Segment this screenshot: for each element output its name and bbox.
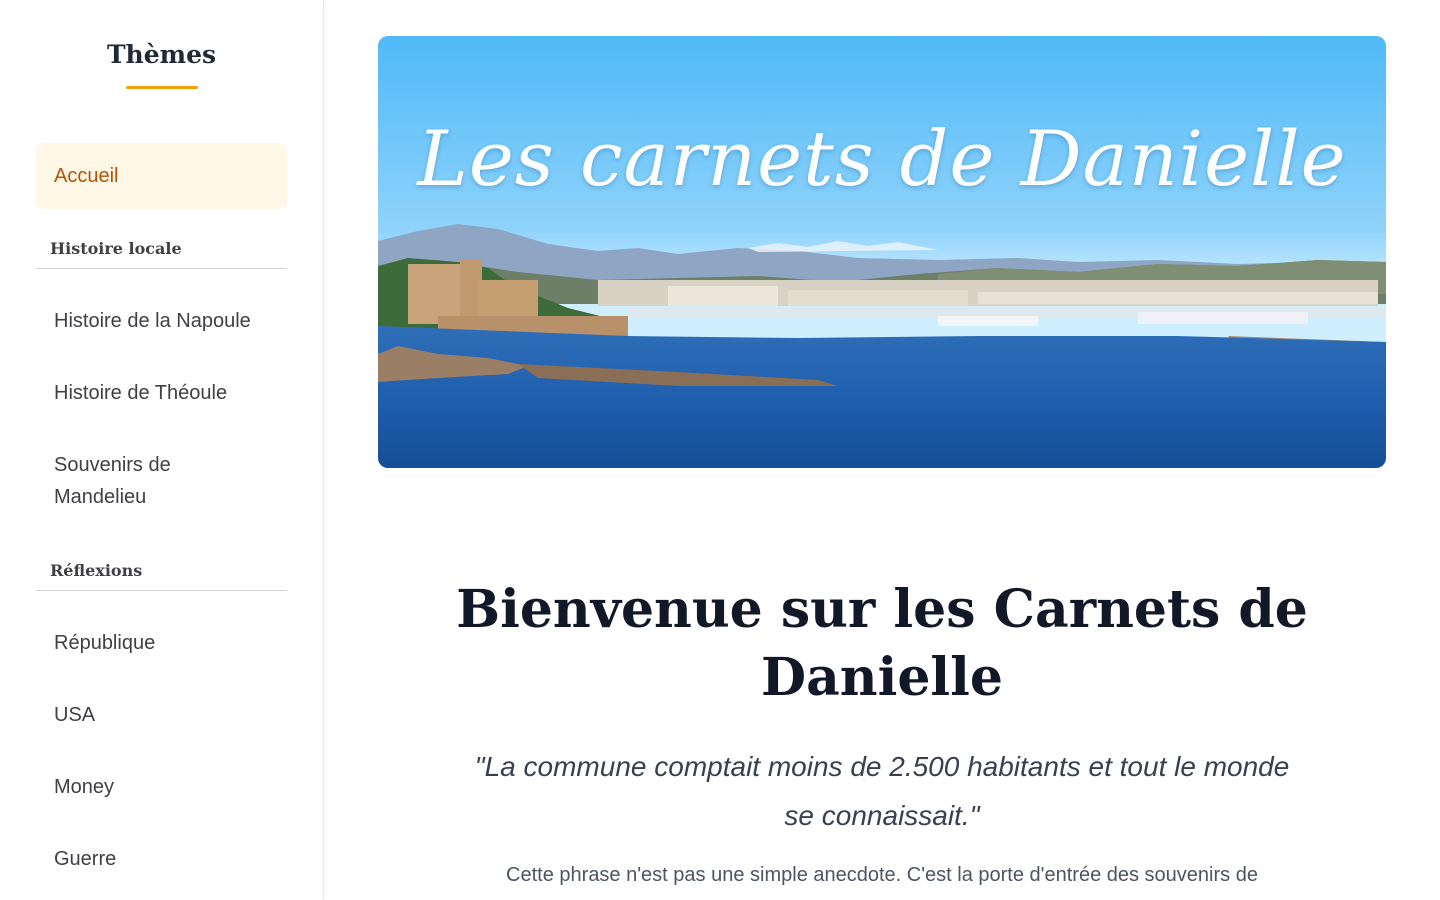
hero-title: Les carnets de Danielle [417, 114, 1347, 203]
nav-item-histoire-theoule[interactable]: Histoire de Théoule [36, 377, 287, 409]
section-heading-histoire-locale: Histoire locale [36, 239, 287, 269]
nav-item-souvenirs-mandelieu[interactable]: Souvenirs de Mandelieu [36, 449, 276, 513]
app-layout: Thèmes Accueil Histoire locale Histoire … [0, 0, 1440, 900]
nav-item-guerre[interactable]: Guerre [36, 843, 287, 875]
sidebar-nav: Accueil Histoire locale Histoire de la N… [36, 143, 287, 875]
nav-item-money[interactable]: Money [36, 771, 287, 803]
intro-quote: "La commune comptait moins de 2.500 habi… [474, 751, 1290, 831]
title-underline [125, 86, 198, 89]
section-heading-reflexions: Réflexions [36, 561, 287, 591]
welcome-section: Bienvenue sur les Carnets de Danielle "L… [450, 576, 1314, 890]
main-content: Les carnets de Danielle Bienvenue sur le… [324, 0, 1440, 900]
hero-landscape-image [378, 36, 1386, 468]
nav-item-usa[interactable]: USA [36, 699, 287, 731]
sidebar-title: Thèmes [106, 40, 217, 69]
nav-item-republique[interactable]: République [36, 627, 287, 659]
nav-item-accueil[interactable]: Accueil [36, 143, 287, 209]
page-heading: Bienvenue sur les Carnets de Danielle [456, 579, 1308, 708]
hero-banner: Les carnets de Danielle [378, 36, 1386, 468]
nav-item-histoire-napoule[interactable]: Histoire de la Napoule [36, 305, 287, 337]
intro-paragraph: Cette phrase n'est pas une simple anecdo… [506, 864, 1258, 886]
sidebar: Thèmes Accueil Histoire locale Histoire … [0, 0, 324, 900]
